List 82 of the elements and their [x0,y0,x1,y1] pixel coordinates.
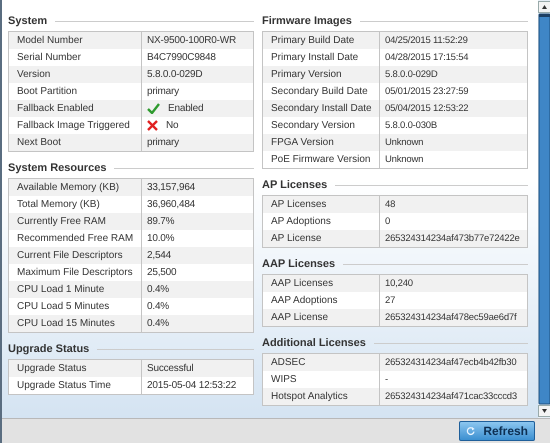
field-label: CPU Load 15 Minutes [17,318,115,329]
field-value: 48 [385,199,396,210]
field-label: AP Licenses [271,199,326,210]
refresh-icon [466,424,476,438]
section-heading: Additional Licenses [262,337,366,349]
field-value: 2015-05-04 12:53:22 [147,380,236,391]
field-label: AP License [271,233,322,244]
field-value: 5.8.0.0-029D [147,69,202,80]
field-value: 33,157,964 [147,182,196,193]
field-label: Serial Number [17,52,81,63]
field-label: Primary Build Date [271,35,354,46]
field-value: B4C7990C9848 [147,52,216,63]
field-label: CPU Load 5 Minutes [17,301,110,312]
field-value: 25,500 [147,267,176,278]
field-label: PoE Firmware Version [271,154,370,165]
field-label: AAP License [271,312,328,323]
field-value: Unknown [385,154,424,165]
field-value: Unknown [385,137,424,148]
field-label: Total Memory (KB) [17,199,100,210]
checkmark-icon [147,103,160,114]
field-label: AP Adoptions [271,216,331,227]
section-heading: AAP Licenses [262,258,336,270]
field-label: Current File Descriptors [17,250,123,261]
field-value: 5.8.0.0-030B [385,120,438,131]
field-value: - [385,374,388,385]
field-label: Secondary Install Date [271,103,372,114]
field-label: WIPS [271,374,297,385]
field-value: 0 [385,216,390,227]
section-heading: System [8,15,48,27]
field-label: Maximum File Descriptors [17,267,133,278]
field-value: 265324314234af47ecb4b42fb30 [385,357,516,368]
field-value: 05/01/2015 23:27:59 [385,86,468,97]
section-heading: System Resources [8,162,106,174]
field-label: Primary Version [271,69,342,80]
field-value: 5.8.0.0-029D [385,69,438,80]
field-value: 0.4% [147,284,169,295]
field-value: 10,240 [385,278,413,289]
field-value: primary [147,86,179,97]
section-heading: AP Licenses [262,179,328,191]
field-value: 0.4% [147,318,169,329]
field-value: 0.4% [147,301,169,312]
field-label: Currently Free RAM [17,216,106,227]
field-value: 04/28/2015 17:15:54 [385,52,468,63]
field-label: Available Memory (KB) [17,182,120,193]
cross-icon [147,120,158,131]
field-label: Secondary Build Date [271,86,368,97]
field-value: Enabled [168,103,204,114]
scrollbar[interactable] [538,0,550,418]
field-label: Recommended Free RAM [17,233,134,244]
field-label: AAP Adoptions [271,295,338,306]
refresh-button[interactable]: Refresh [459,421,535,441]
field-label: Primary Install Date [271,52,358,63]
field-value: 265324314234af471cac33cccd3 [385,391,517,402]
field-value: primary [147,137,179,148]
field-value: No [166,120,178,131]
field-label: Model Number [17,35,83,46]
field-label: FPGA Version [271,137,334,148]
field-label: AAP Licenses [271,278,334,289]
field-value: 27 [385,295,396,306]
field-label: Boot Partition [17,86,78,97]
field-value: 36,960,484 [147,199,196,210]
field-value: 10.0% [147,233,174,244]
field-label: Secondary Version [271,120,355,131]
field-label: Upgrade Status [17,363,86,374]
field-value: Successful [147,363,194,374]
field-label: Fallback Enabled [17,103,94,114]
section-heading: Firmware Images [262,15,352,27]
section-heading: Upgrade Status [8,343,90,355]
field-value: 05/04/2015 12:53:22 [385,103,468,114]
field-label: Hotspot Analytics [271,391,348,402]
field-label: CPU Load 1 Minute [17,284,104,295]
field-value: 04/25/2015 11:52:29 [385,35,468,46]
field-label: Version [17,69,50,80]
field-label: Fallback Image Triggered [17,120,130,131]
field-value: NX-9500-100R0-WR [147,35,236,46]
field-label: Upgrade Status Time [17,380,111,391]
field-value: 265324314234af478ec59ae6d7f [385,312,516,323]
field-label: Next Boot [17,137,61,148]
field-label: ADSEC [271,357,306,368]
field-value: 265324314234af473b77e72422e [385,233,520,244]
field-value: 2,544 [147,250,172,261]
field-value: 89.7% [147,216,174,227]
